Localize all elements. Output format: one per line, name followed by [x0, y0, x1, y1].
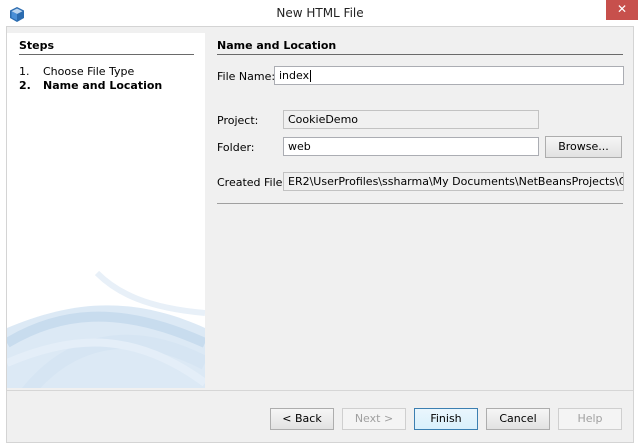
window-title: New HTML File: [276, 6, 364, 20]
netbeans-app-icon: [10, 5, 24, 22]
section-heading: Name and Location: [217, 39, 623, 55]
file-name-label: File Name:: [217, 70, 276, 83]
cancel-button[interactable]: Cancel: [486, 408, 550, 430]
folder-input[interactable]: web: [283, 137, 539, 156]
folder-label: Folder:: [217, 141, 255, 154]
step-label: Choose File Type: [43, 65, 135, 78]
close-button[interactable]: ✕: [606, 0, 638, 20]
next-button[interactable]: Next >: [342, 408, 406, 430]
step-choose-file-type: 1. Choose File Type: [19, 65, 134, 78]
step-name-and-location: 2. Name and Location: [19, 79, 162, 92]
step-number: 2.: [19, 79, 31, 92]
dialog-window: New HTML File ✕ Steps 1. Choose File Type…: [0, 0, 640, 448]
project-field: CookieDemo: [283, 110, 539, 129]
file-name-value: index: [279, 69, 310, 82]
section-separator: [217, 203, 623, 204]
steps-panel: Steps 1. Choose File Type 2. Name and Loca…: [7, 33, 205, 388]
step-label: Name and Location: [43, 79, 163, 92]
text-caret: [310, 70, 312, 82]
finish-button[interactable]: Finish: [414, 408, 478, 430]
steps-heading: Steps: [19, 39, 194, 55]
button-bar-divider: [7, 390, 633, 391]
back-button[interactable]: < Back: [270, 408, 334, 430]
file-name-input[interactable]: index: [274, 66, 624, 85]
title-bar: New HTML File ✕: [0, 0, 640, 26]
created-file-label: Created File:: [217, 176, 287, 189]
decorative-swirl-graphic: [7, 270, 205, 388]
step-number: 1.: [19, 65, 30, 78]
created-file-field: ER2\UserProfiles\ssharma\My Documents\Ne…: [283, 172, 624, 191]
browse-button[interactable]: Browse...: [545, 136, 622, 158]
help-button[interactable]: Help: [558, 408, 622, 430]
project-label: Project:: [217, 114, 259, 127]
name-location-panel: Name and Location File Name: index Proje…: [205, 33, 633, 388]
